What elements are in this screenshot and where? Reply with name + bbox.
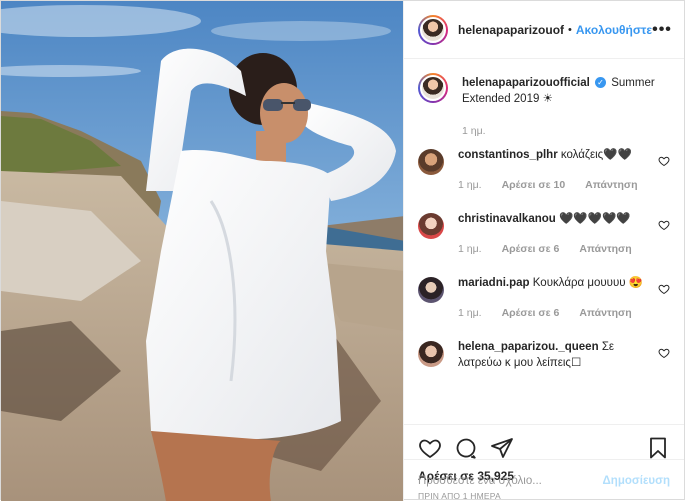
comment-time[interactable]: 1 ημ. [458, 305, 482, 321]
comment-text: Κουκλάρα μουυυυ 😍 [532, 277, 644, 289]
follow-button[interactable]: Ακολουθήστε [576, 23, 652, 37]
header-separator: • [568, 23, 572, 36]
caption-time[interactable]: 1 ημ. [462, 123, 486, 139]
reply-button[interactable]: Απάντηση [579, 241, 631, 257]
comment-text: κολάζεις🖤🖤 [560, 149, 632, 161]
comment-time[interactable]: 1 ημ. [458, 241, 482, 257]
comment-username[interactable]: constantinos_plhr [458, 149, 558, 161]
heart-icon[interactable] [418, 436, 442, 460]
reply-button[interactable]: Απάντηση [579, 305, 631, 321]
comment-item: constantinos_plhr κολάζεις🖤🖤 1 ημ. Αρέσε… [418, 147, 670, 211]
add-comment-bar: Δημοσίευση [404, 459, 684, 501]
instagram-post: helenapaparizouof • Ακολουθήστε ••• hele… [0, 0, 685, 501]
post-photo[interactable] [1, 1, 403, 501]
reply-button[interactable]: Απάντηση [585, 177, 637, 193]
comment-icon[interactable] [454, 436, 478, 460]
like-comment-heart-icon[interactable] [658, 347, 670, 359]
comment-likes[interactable]: Αρέσει σε 6 [502, 241, 560, 257]
comment-item: mariadni.pap Κουκλάρα μουυυυ 😍 1 ημ. Αρέ… [418, 275, 670, 339]
comment-username[interactable]: helena_paparizou._queen [458, 341, 599, 353]
commenter-avatar[interactable] [418, 213, 444, 239]
side-panel: helenapaparizouof • Ακολουθήστε ••• hele… [403, 1, 684, 501]
bookmark-icon[interactable] [646, 436, 670, 460]
comment-username[interactable]: mariadni.pap [458, 277, 530, 289]
post-header: helenapaparizouof • Ακολουθήστε ••• [404, 1, 684, 59]
comment-text: 🖤🖤🖤🖤🖤 [559, 213, 631, 225]
caption-username[interactable]: helenapaparizouofficial [462, 77, 590, 89]
author-avatar[interactable] [418, 14, 448, 45]
like-comment-heart-icon[interactable] [658, 283, 670, 295]
commenter-avatar[interactable] [418, 277, 444, 303]
action-icons-row [418, 435, 670, 461]
comment-likes[interactable]: Αρέσει σε 6 [502, 305, 560, 321]
comment-likes[interactable]: Αρέσει σε 10 [502, 177, 566, 193]
like-comment-heart-icon[interactable] [658, 155, 670, 167]
author-username[interactable]: helenapaparizouof [458, 23, 564, 37]
beach-photo-illustration [1, 1, 403, 501]
comment-time[interactable]: 1 ημ. [458, 177, 482, 193]
commenter-avatar[interactable] [418, 149, 444, 175]
like-comment-heart-icon[interactable] [658, 219, 670, 231]
post-comment-button[interactable]: Δημοσίευση [603, 475, 670, 487]
verified-badge-icon: ✓ [595, 77, 607, 89]
share-icon[interactable] [490, 436, 514, 460]
caption: helenapaparizouofficial ✓ Summer Extende… [418, 73, 670, 147]
ellipsis-icon[interactable]: ••• [652, 21, 672, 39]
comment-input[interactable] [418, 474, 603, 487]
comments-list[interactable]: helenapaparizouofficial ✓ Summer Extende… [404, 59, 684, 425]
comment-item: helena_paparizou._queen Σε λατρεύω κ μου… [418, 339, 670, 371]
comment-item: christinavalkanou 🖤🖤🖤🖤🖤 1 ημ. Αρέσει σε … [418, 211, 670, 275]
comment-username[interactable]: christinavalkanou [458, 213, 556, 225]
caption-avatar[interactable] [418, 73, 448, 103]
commenter-avatar[interactable] [418, 341, 444, 367]
